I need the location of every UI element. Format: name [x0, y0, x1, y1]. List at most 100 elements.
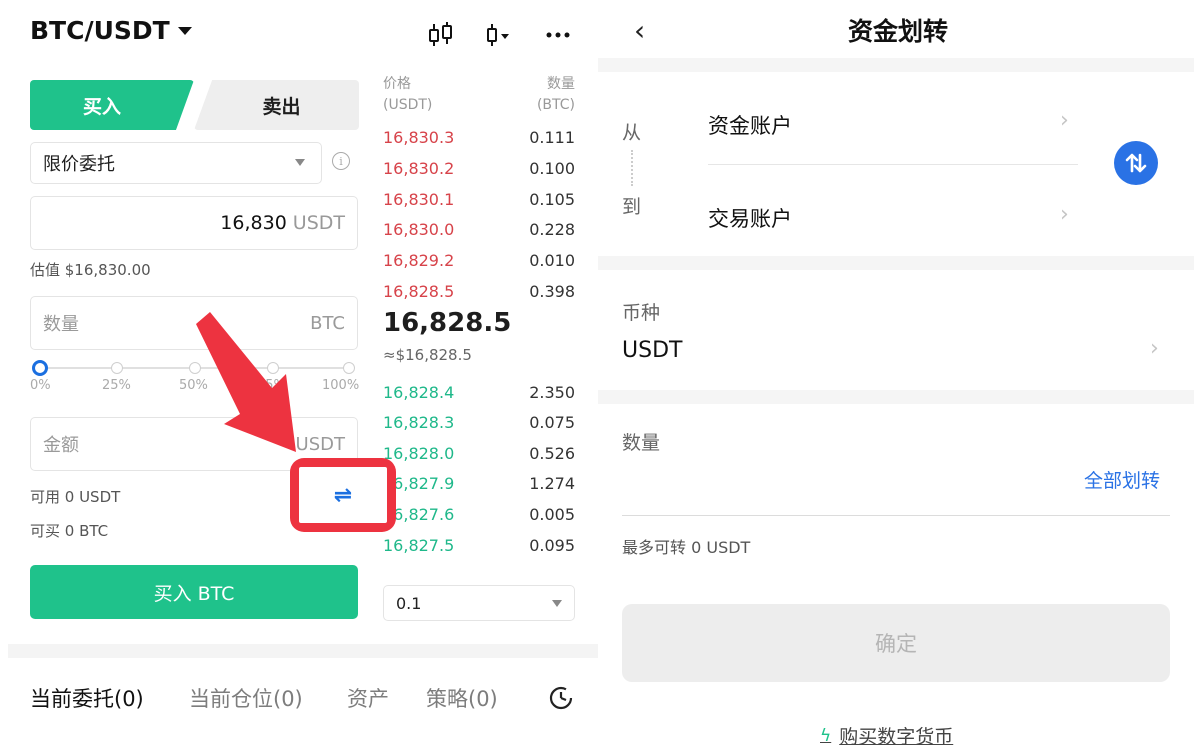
tab-current-orders[interactable]: 当前委托(0): [30, 683, 144, 713]
bid-price: 16,828.3: [383, 413, 455, 432]
chevron-right-icon: ›: [1060, 202, 1069, 227]
qty-header-unit: (BTC): [536, 97, 575, 113]
ask-row[interactable]: 16,828.5 0.398: [383, 282, 575, 301]
chevron-right-icon: ›: [1150, 336, 1159, 361]
buy-crypto-label: 购买数字货币: [839, 726, 954, 748]
bid-row[interactable]: 16,828.3 0.075: [383, 413, 575, 432]
info-icon[interactable]: i: [332, 152, 350, 170]
lightning-icon: ϟ: [820, 725, 832, 746]
from-label: 从: [622, 122, 642, 144]
from-account-select[interactable]: 资金账户: [708, 110, 792, 140]
transfer-all-link[interactable]: 全部划转: [1084, 466, 1160, 493]
ask-row[interactable]: 16,830.0 0.228: [383, 220, 575, 239]
price-header-label: 价格: [383, 76, 411, 92]
amount-placeholder: 金额: [43, 435, 79, 456]
swap-arrows-icon: [1125, 153, 1147, 173]
candlestick-chart-icon[interactable]: [423, 18, 459, 52]
bid-qty: 0.526: [529, 444, 575, 463]
bid-row[interactable]: 16,827.6 0.005: [383, 505, 575, 524]
bid-price: 16,828.0: [383, 444, 455, 463]
bid-qty: 0.095: [529, 536, 575, 555]
ask-qty: 0.228: [529, 220, 575, 239]
chart-type-dropdown-icon[interactable]: [480, 18, 516, 52]
ask-row[interactable]: 16,830.3 0.111: [383, 128, 575, 147]
slider-label: 100%: [322, 378, 360, 393]
max-transferable: 最多可转 0 USDT: [622, 538, 751, 557]
to-account-select[interactable]: 交易账户: [708, 203, 792, 233]
ask-price: 16,830.3: [383, 128, 455, 147]
from-account-value: 资金账户: [708, 114, 792, 138]
page-title: 资金划转: [847, 17, 948, 46]
currency-select[interactable]: USDT: [622, 338, 682, 363]
ask-row[interactable]: 16,829.2 0.010: [383, 251, 575, 270]
tab-buy[interactable]: 买入: [30, 80, 194, 130]
bid-price: 16,827.5: [383, 536, 455, 555]
triangle-down-icon: [552, 600, 562, 607]
slider-stop-100[interactable]: [343, 362, 355, 374]
slider-handle[interactable]: [32, 360, 48, 376]
ask-price: 16,829.2: [383, 251, 455, 270]
price-column-header: 价格 (USDT): [383, 74, 432, 116]
to-label: 到: [622, 196, 642, 218]
last-price: 16,828.5: [383, 308, 512, 338]
tab-sell[interactable]: 卖出: [194, 80, 359, 130]
last-price-usd: ≈$16,828.5: [383, 346, 472, 364]
max-buy: 可买 0 BTC: [30, 522, 109, 540]
order-history-icon[interactable]: [548, 685, 574, 711]
quantity-input-underline[interactable]: [622, 515, 1170, 516]
more-icon[interactable]: [540, 18, 576, 52]
bid-row[interactable]: 16,827.9 1.274: [383, 474, 575, 493]
ask-price: 16,830.0: [383, 220, 455, 239]
section-divider: [598, 58, 1194, 72]
ask-row[interactable]: 16,830.1 0.105: [383, 190, 575, 209]
tab-assets[interactable]: 资产: [347, 683, 389, 713]
transfer-panel: ‹ 资金划转 从 到 资金账户 › 交易账户 › 币种 USDT › 数量 全部…: [598, 0, 1202, 754]
quantity-placeholder: 数量: [43, 314, 79, 335]
depth-select[interactable]: 0.1: [383, 585, 575, 621]
transfer-highlight: ⇌: [290, 458, 396, 532]
bid-qty: 0.005: [529, 505, 575, 524]
transfer-icon[interactable]: ⇌: [299, 467, 387, 523]
ask-qty: 0.010: [529, 251, 575, 270]
section-divider: [598, 256, 1194, 270]
ask-qty: 0.100: [529, 159, 575, 178]
ask-row[interactable]: 16,830.2 0.100: [383, 159, 575, 178]
bid-qty: 2.350: [529, 383, 575, 402]
qty-header-label: 数量: [547, 76, 575, 92]
pair-name: BTC/USDT: [30, 16, 170, 45]
order-type-select[interactable]: 限价委托: [30, 142, 322, 184]
tab-positions[interactable]: 当前仓位(0): [189, 683, 303, 713]
depth-value: 0.1: [396, 593, 422, 613]
section-divider: [598, 390, 1194, 404]
price-input[interactable]: 16,830 USDT: [30, 196, 358, 250]
ask-qty: 0.398: [529, 282, 575, 301]
bid-row[interactable]: 16,828.4 2.350: [383, 383, 575, 402]
available-balance: 可用 0 USDT: [30, 488, 121, 506]
estimate-value: 估值 $16,830.00: [30, 261, 151, 279]
chevron-right-icon: ›: [1060, 108, 1069, 133]
bid-price: 16,828.4: [383, 383, 455, 402]
ask-qty: 0.105: [529, 190, 575, 209]
swap-accounts-button[interactable]: [1114, 141, 1158, 185]
slider-label: 25%: [102, 378, 131, 393]
qty-column-header: 数量 (BTC): [533, 74, 575, 116]
tab-strategies[interactable]: 策略(0): [426, 683, 498, 713]
price-unit: USDT: [292, 212, 345, 234]
to-account-value: 交易账户: [708, 207, 792, 231]
ask-price: 16,830.1: [383, 190, 455, 209]
bid-qty: 1.274: [529, 474, 575, 493]
slider-stop-25[interactable]: [111, 362, 123, 374]
bid-row[interactable]: 16,828.0 0.526: [383, 444, 575, 463]
annotation-arrow-icon: [196, 312, 296, 452]
buy-crypto-link[interactable]: ϟ 购买数字货币: [820, 722, 953, 749]
from-to-connector: [631, 150, 633, 186]
ask-price: 16,830.2: [383, 159, 455, 178]
price-header-unit: (USDT): [383, 97, 433, 113]
section-divider: [8, 644, 598, 658]
account-divider: [708, 164, 1078, 165]
pair-selector[interactable]: BTC/USDT: [30, 16, 192, 45]
bid-row[interactable]: 16,827.5 0.095: [383, 536, 575, 555]
confirm-button[interactable]: 确定: [622, 604, 1170, 682]
currency-label: 币种: [622, 302, 661, 324]
buy-btc-button[interactable]: 买入 BTC: [30, 565, 358, 619]
